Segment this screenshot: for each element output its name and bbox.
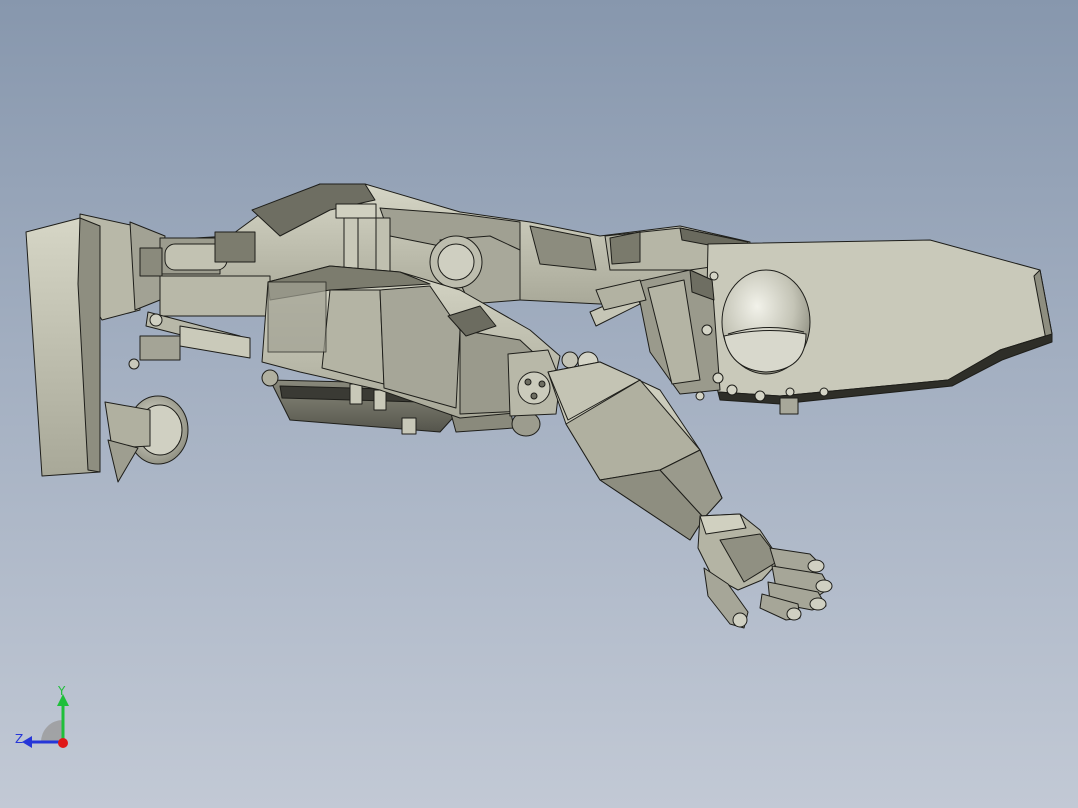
3d-viewport[interactable]: Y Z [0,0,1078,808]
sensor-dome [721,269,811,375]
caster-wheel [104,395,189,483]
triad-z-label: Z [15,732,23,746]
robot-arm-assembly-model[interactable] [0,0,1078,808]
triad-y-label: Y [57,684,66,698]
coordinate-triad-icon[interactable]: Y Z [10,684,80,754]
